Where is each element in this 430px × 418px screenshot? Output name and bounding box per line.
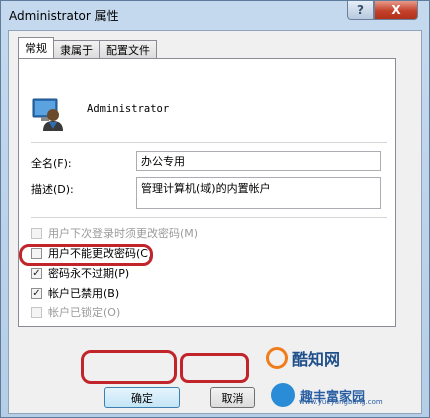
checkbox-label: 帐户已禁用(B) [48, 287, 120, 300]
properties-dialog: Administrator 属性 ? X 常规 隶属于 配置文件 Adminis… [0, 0, 430, 418]
watermark-logo: 酷知网 [266, 346, 340, 370]
checkbox-must-change-password[interactable]: 用户下次登录时须更改密码(M) [31, 225, 198, 241]
help-icon: ? [357, 3, 364, 17]
watermark-logo-icon [266, 347, 288, 369]
close-button[interactable]: X [374, 1, 418, 20]
close-icon: X [391, 3, 401, 17]
general-tab-panel: Administrator 全名(F): 描述(D): 管理计算机(域)的内置帐… [18, 58, 396, 327]
checkbox-account-locked[interactable]: 帐户已锁定(O) [31, 304, 120, 320]
divider [31, 142, 387, 144]
window-title: Administrator 属性 [9, 9, 119, 23]
checkbox-account-disabled[interactable]: ✓ 帐户已禁用(B) [31, 285, 119, 301]
annotation-highlight-account-disabled [19, 244, 153, 266]
annotation-highlight-ok [81, 350, 177, 384]
help-button[interactable]: ? [347, 1, 374, 20]
description-label: 描述(D): [31, 183, 74, 196]
checkbox-password-never-expires[interactable]: ✓ 密码永不过期(P) [31, 265, 129, 281]
cancel-button[interactable]: 取消 [210, 387, 255, 408]
checkbox-box[interactable] [31, 227, 42, 239]
username-label: Administrator [87, 103, 170, 115]
checkbox-box-checked[interactable]: ✓ [31, 267, 42, 279]
checkbox-label: 用户下次登录时须更改密码(M) [48, 227, 199, 240]
description-input[interactable]: 管理计算机(域)的内置帐户 [136, 177, 381, 209]
watermark-logo-text: 酷知网 [292, 350, 341, 369]
tab-strip: 常规 隶属于 配置文件 [18, 37, 157, 59]
tab-general[interactable]: 常规 [18, 37, 54, 58]
checkbox-label: 帐户已锁定(O) [48, 306, 121, 319]
fullname-label: 全名(F): [31, 157, 72, 170]
fullname-input[interactable] [136, 151, 381, 171]
checkbox-box-checked[interactable]: ✓ [31, 287, 42, 299]
tab-profile[interactable]: 配置文件 [99, 40, 157, 58]
divider [31, 217, 387, 219]
annotation-highlight-cancel [180, 353, 249, 383]
title-bar: Administrator 属性 ? X [1, 1, 429, 29]
site-brand-icon [271, 383, 295, 407]
checkbox-label: 密码永不过期(P) [48, 267, 130, 280]
ok-button[interactable]: 确定 [104, 387, 180, 408]
tab-member-of[interactable]: 隶属于 [53, 40, 100, 58]
user-account-icon [32, 98, 63, 131]
watermark-site: 趣丰富家园 www.yueyangbang.com [271, 383, 383, 407]
checkbox-box[interactable] [31, 306, 42, 318]
watermark-site-url: www.yueyangbang.com [299, 398, 383, 406]
